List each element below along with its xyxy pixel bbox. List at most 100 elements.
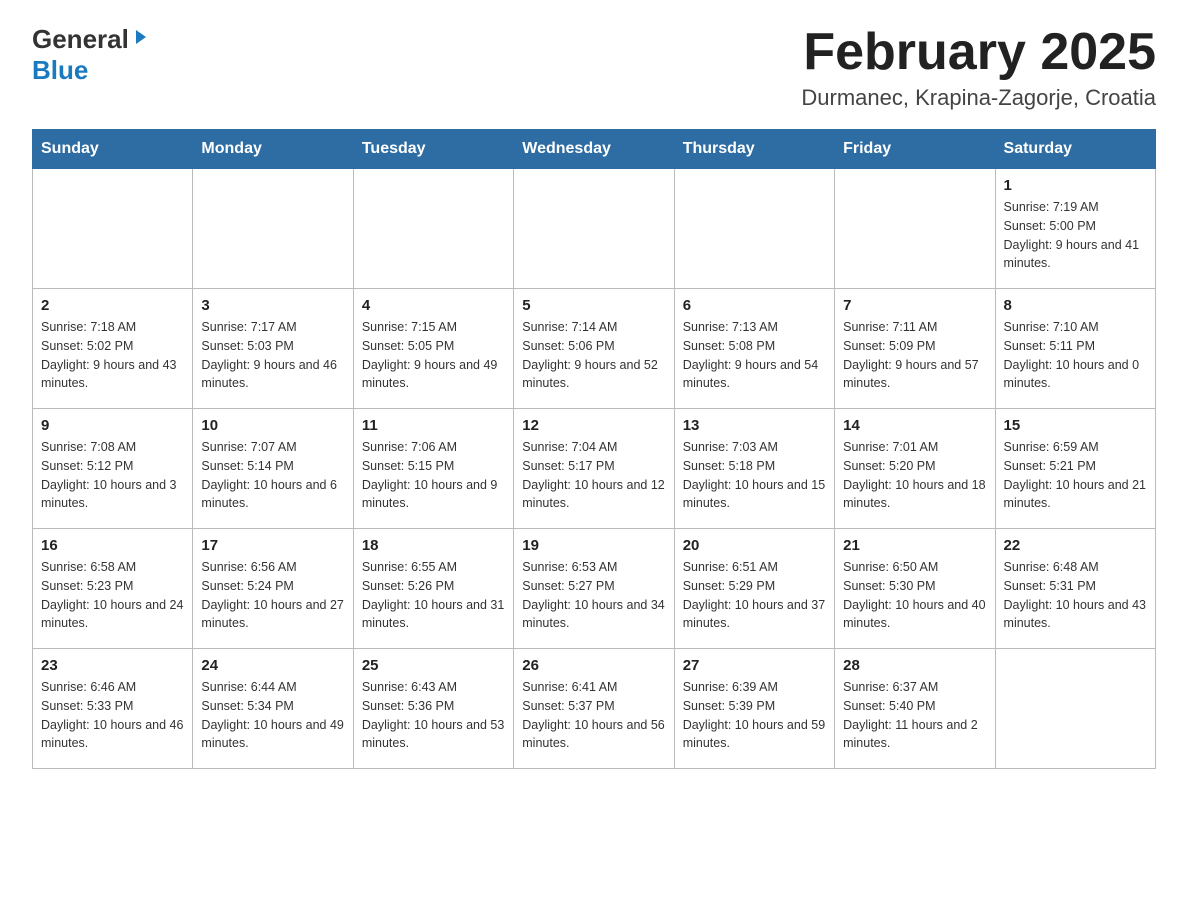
table-cell: 27 Sunrise: 6:39 AMSunset: 5:39 PMDayligh… (674, 649, 834, 769)
day-info: Sunrise: 7:08 AMSunset: 5:12 PMDaylight:… (41, 438, 184, 513)
day-info: Sunrise: 6:37 AMSunset: 5:40 PMDaylight:… (843, 678, 986, 753)
table-cell: 28 Sunrise: 6:37 AMSunset: 5:40 PMDayligh… (835, 649, 995, 769)
col-thursday: Thursday (674, 130, 834, 169)
day-info: Sunrise: 6:56 AMSunset: 5:24 PMDaylight:… (201, 558, 344, 633)
table-cell (995, 649, 1155, 769)
logo-blue-text: Blue (32, 55, 88, 86)
day-info: Sunrise: 6:48 AMSunset: 5:31 PMDaylight:… (1004, 558, 1147, 633)
table-cell: 8 Sunrise: 7:10 AMSunset: 5:11 PMDaylight… (995, 289, 1155, 409)
day-number: 27 (683, 657, 826, 674)
day-info: Sunrise: 7:18 AMSunset: 5:02 PMDaylight:… (41, 318, 184, 393)
week-row: 9 Sunrise: 7:08 AMSunset: 5:12 PMDaylight… (33, 409, 1156, 529)
table-cell: 1 Sunrise: 7:19 AMSunset: 5:00 PMDaylight… (995, 169, 1155, 289)
week-row: 1 Sunrise: 7:19 AMSunset: 5:00 PMDaylight… (33, 169, 1156, 289)
day-number: 10 (201, 417, 344, 434)
day-info: Sunrise: 7:19 AMSunset: 5:00 PMDaylight:… (1004, 198, 1147, 273)
day-number: 1 (1004, 177, 1147, 194)
day-number: 22 (1004, 537, 1147, 554)
logo: General Blue (32, 24, 150, 86)
day-number: 17 (201, 537, 344, 554)
day-number: 9 (41, 417, 184, 434)
table-cell: 26 Sunrise: 6:41 AMSunset: 5:37 PMDayligh… (514, 649, 674, 769)
day-info: Sunrise: 7:01 AMSunset: 5:20 PMDaylight:… (843, 438, 986, 513)
table-cell: 20Sunrise: 6:51 AMSunset: 5:29 PMDayligh… (674, 529, 834, 649)
table-cell (353, 169, 513, 289)
day-number: 20 (683, 537, 826, 554)
week-row: 2 Sunrise: 7:18 AMSunset: 5:02 PMDaylight… (33, 289, 1156, 409)
logo-general-text: General (32, 24, 129, 55)
day-info: Sunrise: 7:10 AMSunset: 5:11 PMDaylight:… (1004, 318, 1147, 393)
table-cell: 24 Sunrise: 6:44 AMSunset: 5:34 PMDayligh… (193, 649, 353, 769)
table-cell (33, 169, 193, 289)
day-number: 21 (843, 537, 986, 554)
table-cell: 5 Sunrise: 7:14 AMSunset: 5:06 PMDaylight… (514, 289, 674, 409)
day-info: Sunrise: 7:14 AMSunset: 5:06 PMDaylight:… (522, 318, 665, 393)
page-header: General Blue February 2025 Durmanec, Kra… (32, 24, 1156, 111)
table-cell: 25Sunrise: 6:43 AMSunset: 5:36 PMDayligh… (353, 649, 513, 769)
day-number: 4 (362, 297, 505, 314)
day-number: 11 (362, 417, 505, 434)
table-cell: 15Sunrise: 6:59 AMSunset: 5:21 PMDayligh… (995, 409, 1155, 529)
day-info: Sunrise: 6:39 AMSunset: 5:39 PMDaylight:… (683, 678, 826, 753)
day-number: 6 (683, 297, 826, 314)
table-cell: 18 Sunrise: 6:55 AMSunset: 5:26 PMDayligh… (353, 529, 513, 649)
day-info: Sunrise: 6:41 AMSunset: 5:37 PMDaylight:… (522, 678, 665, 753)
day-info: Sunrise: 7:15 AMSunset: 5:05 PMDaylight:… (362, 318, 505, 393)
logo-arrow-icon (132, 28, 150, 51)
day-info: Sunrise: 7:17 AMSunset: 5:03 PMDaylight:… (201, 318, 344, 393)
table-cell: 21 Sunrise: 6:50 AMSunset: 5:30 PMDayligh… (835, 529, 995, 649)
day-info: Sunrise: 7:13 AMSunset: 5:08 PMDaylight:… (683, 318, 826, 393)
week-row: 16 Sunrise: 6:58 AMSunset: 5:23 PMDayligh… (33, 529, 1156, 649)
day-number: 18 (362, 537, 505, 554)
day-number: 24 (201, 657, 344, 674)
day-info: Sunrise: 7:11 AMSunset: 5:09 PMDaylight:… (843, 318, 986, 393)
week-row: 23Sunrise: 6:46 AMSunset: 5:33 PMDayligh… (33, 649, 1156, 769)
table-cell (514, 169, 674, 289)
table-cell: 13Sunrise: 7:03 AMSunset: 5:18 PMDayligh… (674, 409, 834, 529)
table-cell: 19 Sunrise: 6:53 AMSunset: 5:27 PMDayligh… (514, 529, 674, 649)
day-info: Sunrise: 7:04 AMSunset: 5:17 PMDaylight:… (522, 438, 665, 513)
day-info: Sunrise: 6:46 AMSunset: 5:33 PMDaylight:… (41, 678, 184, 753)
col-friday: Friday (835, 130, 995, 169)
day-info: Sunrise: 6:53 AMSunset: 5:27 PMDaylight:… (522, 558, 665, 633)
day-number: 26 (522, 657, 665, 674)
col-wednesday: Wednesday (514, 130, 674, 169)
col-sunday: Sunday (33, 130, 193, 169)
day-info: Sunrise: 6:44 AMSunset: 5:34 PMDaylight:… (201, 678, 344, 753)
day-info: Sunrise: 6:55 AMSunset: 5:26 PMDaylight:… (362, 558, 505, 633)
title-section: February 2025 Durmanec, Krapina-Zagorje,… (801, 24, 1156, 111)
day-number: 15 (1004, 417, 1147, 434)
day-number: 28 (843, 657, 986, 674)
table-cell: 4 Sunrise: 7:15 AMSunset: 5:05 PMDaylight… (353, 289, 513, 409)
day-info: Sunrise: 7:07 AMSunset: 5:14 PMDaylight:… (201, 438, 344, 513)
day-number: 16 (41, 537, 184, 554)
table-cell: 14 Sunrise: 7:01 AMSunset: 5:20 PMDayligh… (835, 409, 995, 529)
table-cell: 7 Sunrise: 7:11 AMSunset: 5:09 PMDaylight… (835, 289, 995, 409)
day-number: 5 (522, 297, 665, 314)
day-info: Sunrise: 6:43 AMSunset: 5:36 PMDaylight:… (362, 678, 505, 753)
day-info: Sunrise: 6:58 AMSunset: 5:23 PMDaylight:… (41, 558, 184, 633)
calendar-table: Sunday Monday Tuesday Wednesday Thursday… (32, 129, 1156, 769)
day-number: 13 (683, 417, 826, 434)
day-number: 8 (1004, 297, 1147, 314)
table-cell: 10 Sunrise: 7:07 AMSunset: 5:14 PMDayligh… (193, 409, 353, 529)
day-info: Sunrise: 6:50 AMSunset: 5:30 PMDaylight:… (843, 558, 986, 633)
day-number: 12 (522, 417, 665, 434)
table-cell: 17 Sunrise: 6:56 AMSunset: 5:24 PMDayligh… (193, 529, 353, 649)
day-number: 7 (843, 297, 986, 314)
day-number: 19 (522, 537, 665, 554)
table-cell: 3 Sunrise: 7:17 AMSunset: 5:03 PMDaylight… (193, 289, 353, 409)
col-saturday: Saturday (995, 130, 1155, 169)
table-cell: 11 Sunrise: 7:06 AMSunset: 5:15 PMDayligh… (353, 409, 513, 529)
day-number: 2 (41, 297, 184, 314)
day-number: 3 (201, 297, 344, 314)
calendar-header-row: Sunday Monday Tuesday Wednesday Thursday… (33, 130, 1156, 169)
day-number: 14 (843, 417, 986, 434)
table-cell (193, 169, 353, 289)
table-cell: 9 Sunrise: 7:08 AMSunset: 5:12 PMDaylight… (33, 409, 193, 529)
table-cell (674, 169, 834, 289)
col-tuesday: Tuesday (353, 130, 513, 169)
day-info: Sunrise: 7:06 AMSunset: 5:15 PMDaylight:… (362, 438, 505, 513)
table-cell: 12 Sunrise: 7:04 AMSunset: 5:17 PMDayligh… (514, 409, 674, 529)
table-cell: 22 Sunrise: 6:48 AMSunset: 5:31 PMDayligh… (995, 529, 1155, 649)
